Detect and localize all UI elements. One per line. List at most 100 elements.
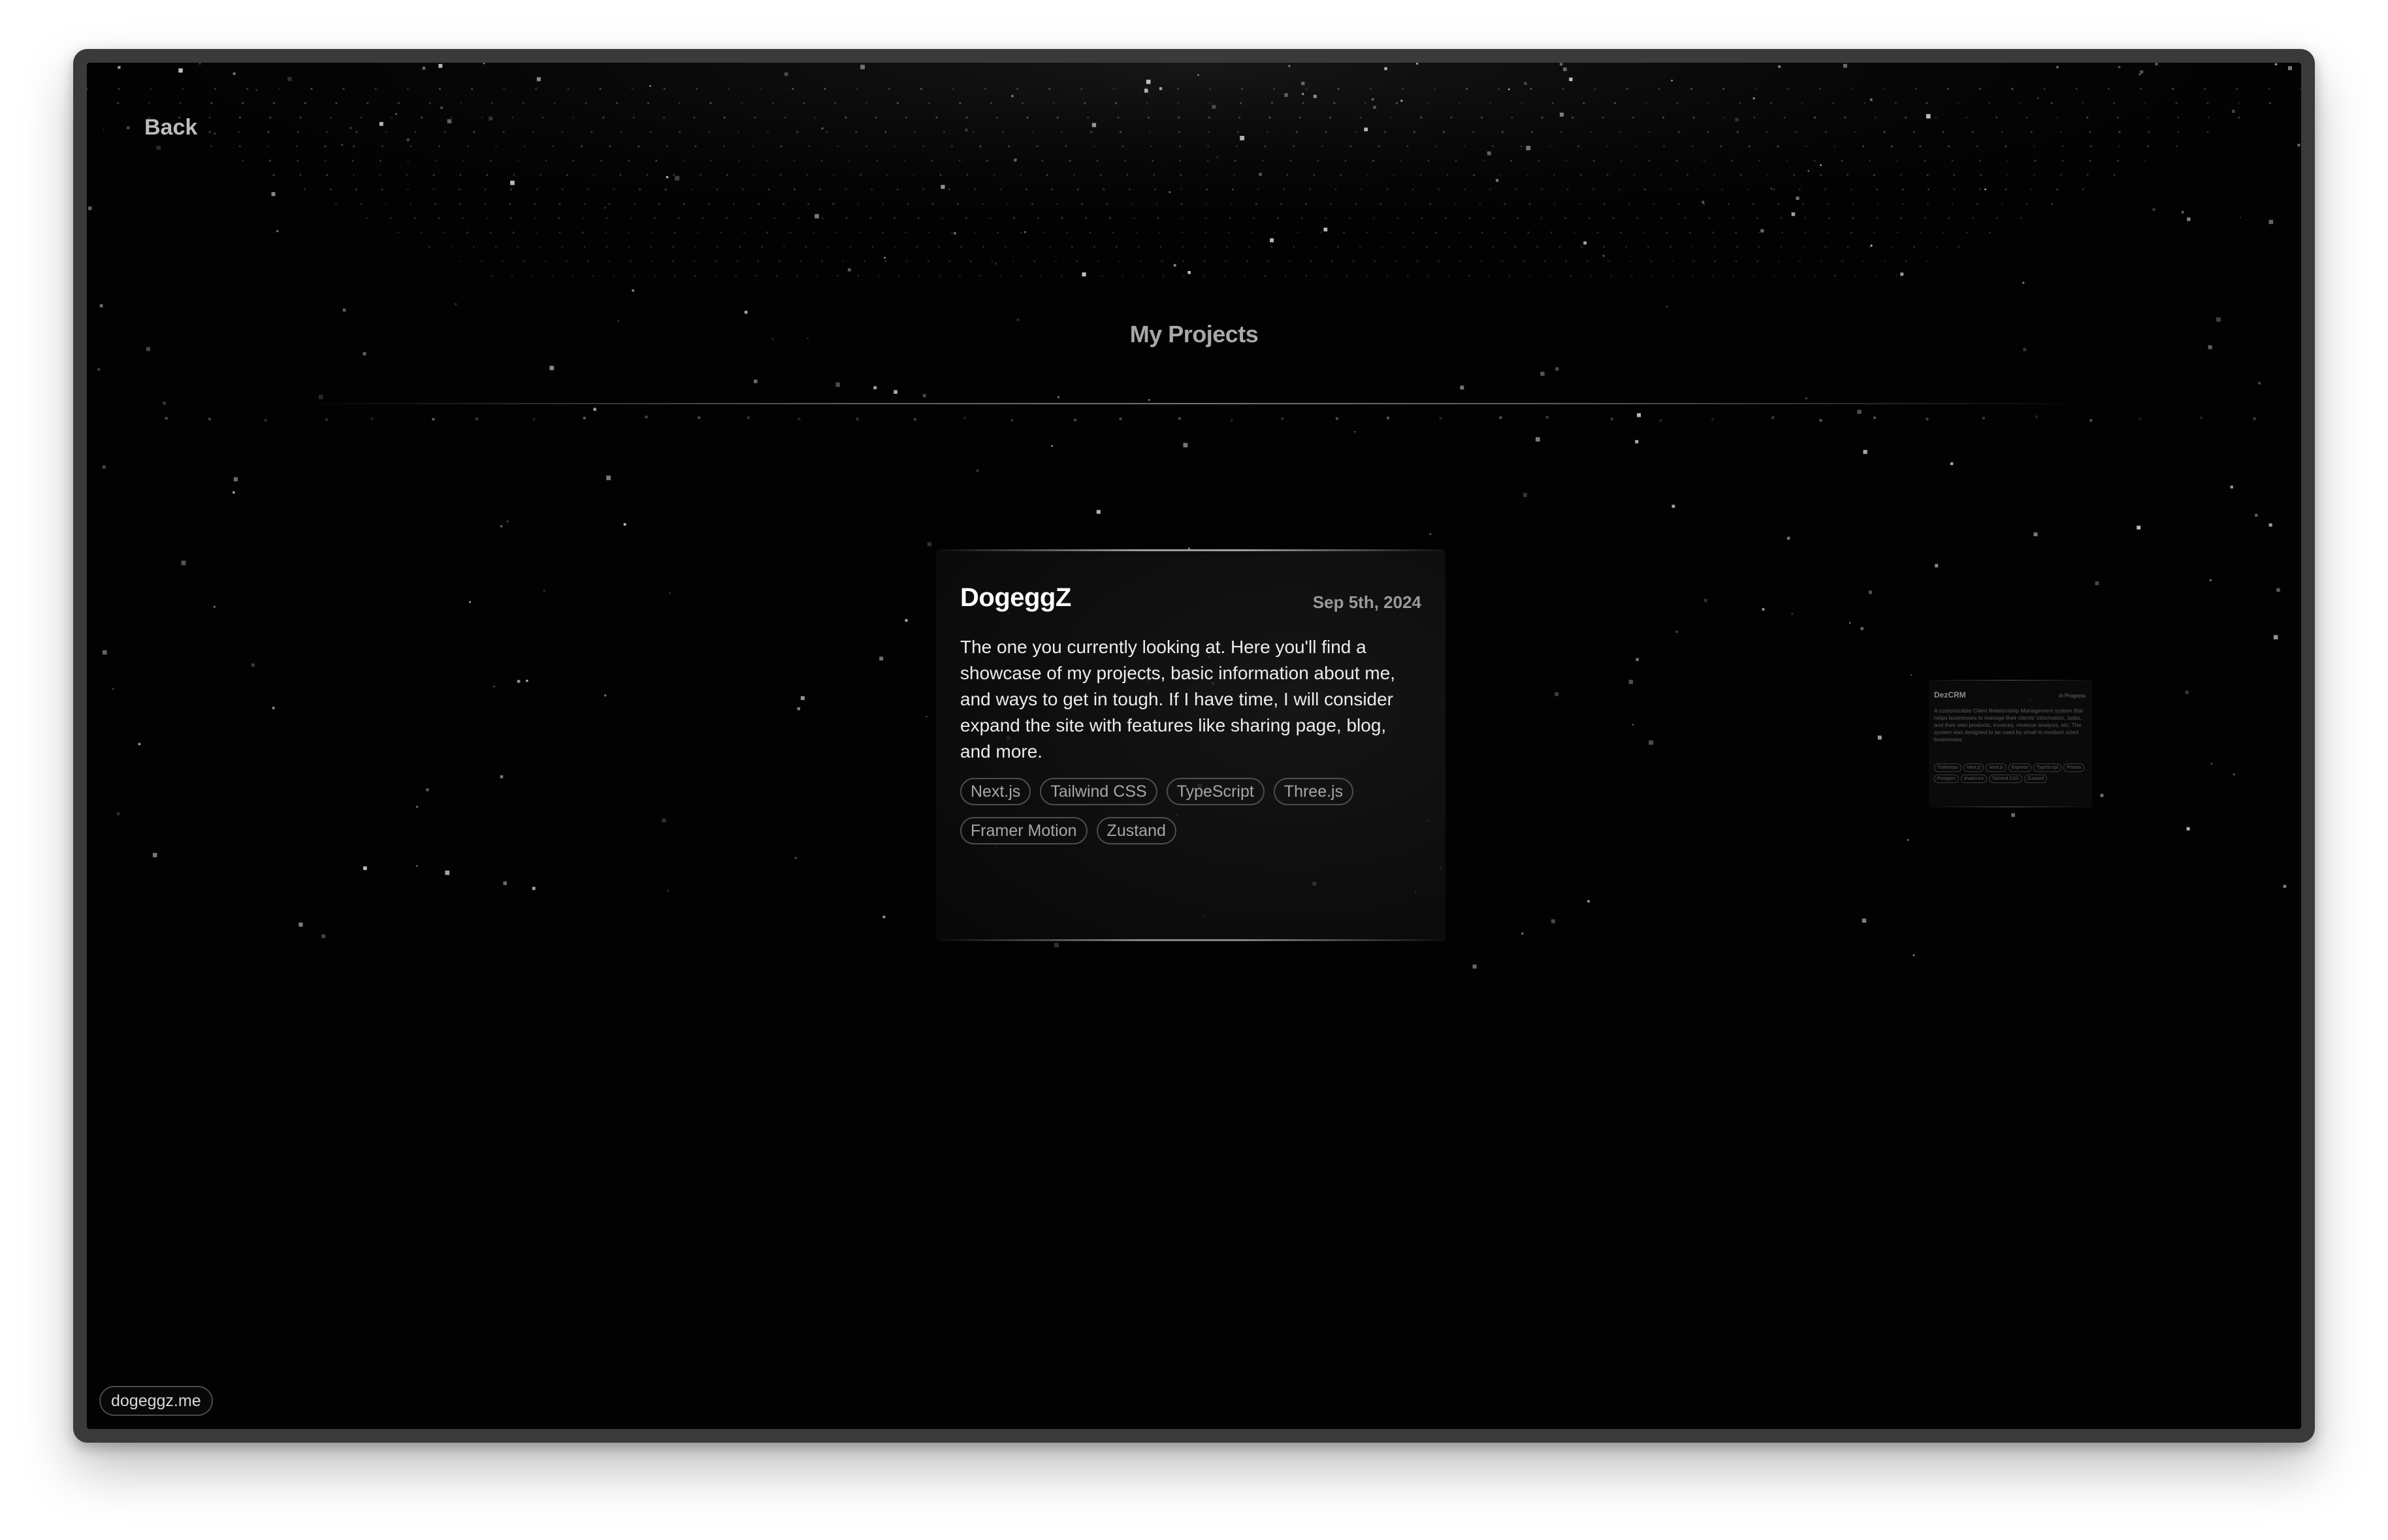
star-dot xyxy=(126,126,130,129)
star-dot xyxy=(1603,202,1605,205)
star-dot xyxy=(1675,159,1678,162)
star-dot xyxy=(771,102,774,104)
star-dot xyxy=(1721,188,1724,191)
star-dot xyxy=(1159,246,1162,248)
star-dot xyxy=(1231,188,1234,191)
star-dot xyxy=(1295,131,1298,133)
star-dot xyxy=(1366,231,1368,234)
star-dot xyxy=(605,246,608,248)
back-link[interactable]: Back xyxy=(144,115,197,140)
star-dot xyxy=(1592,188,1595,191)
star-dot xyxy=(2268,102,2271,104)
star-dot xyxy=(758,202,760,205)
star-dot xyxy=(1834,274,1837,277)
star-dot xyxy=(102,465,106,469)
star-dot xyxy=(2061,159,2064,162)
star-dot xyxy=(2113,102,2116,104)
star-dot xyxy=(2238,116,2240,119)
star-dot xyxy=(1896,231,1899,234)
star-dot xyxy=(552,145,555,148)
star-dot xyxy=(2230,485,2233,489)
star-dot xyxy=(1926,417,1929,421)
star-dot xyxy=(545,159,547,162)
star-dot xyxy=(1203,274,1206,277)
star-dot xyxy=(679,131,681,133)
tech-tag: Postgres xyxy=(1934,775,1959,783)
star-dot xyxy=(1914,88,1917,90)
star-dot xyxy=(1395,102,1398,104)
star-dot xyxy=(1334,188,1337,191)
star-dot xyxy=(1619,231,1622,234)
star-dot xyxy=(796,131,799,133)
star-dot xyxy=(1037,217,1040,219)
star-dot xyxy=(432,188,435,191)
star-dot xyxy=(1508,88,1510,91)
star-dot xyxy=(990,102,993,104)
star-dot xyxy=(1783,116,1786,119)
star-dot xyxy=(2011,88,2014,90)
project-card-side[interactable]: DezCRM In Progress A customizable Client… xyxy=(1929,680,2092,807)
star-dot xyxy=(792,88,794,90)
star-dot xyxy=(116,812,120,816)
star-dot xyxy=(561,188,564,191)
star-dot xyxy=(1425,246,1428,248)
star-dot xyxy=(1420,116,1423,119)
star-dot xyxy=(1735,118,1739,121)
star-dot xyxy=(432,174,435,176)
star-dot xyxy=(1097,260,1100,263)
star-dot xyxy=(896,102,899,104)
tech-tag: Three.js xyxy=(1273,778,1354,805)
star-dot xyxy=(1780,217,1783,219)
star-dot xyxy=(163,401,167,405)
star-dot xyxy=(406,188,410,191)
star-dot xyxy=(950,145,953,148)
star-dot xyxy=(1658,88,1660,90)
star-dot xyxy=(849,246,852,248)
project-card-featured[interactable]: DogeggZ Sep 5th, 2024 The one you curren… xyxy=(936,549,1445,941)
star-dot xyxy=(1253,217,1255,219)
star-dot xyxy=(613,188,615,191)
star-dot xyxy=(1899,217,1903,219)
star-dot xyxy=(1722,116,1725,119)
star-dot xyxy=(181,560,186,566)
star-dot xyxy=(1995,116,1998,119)
star-dot xyxy=(1653,202,1655,205)
star-dot xyxy=(1951,202,1954,205)
star-dot xyxy=(1346,274,1348,277)
star-dot xyxy=(827,246,830,248)
star-dot xyxy=(342,88,345,90)
star-dot xyxy=(1281,417,1284,421)
star-dot xyxy=(766,231,769,234)
domain-badge[interactable]: dogeggz.me xyxy=(99,1386,213,1416)
star-dot xyxy=(511,274,513,277)
star-dot xyxy=(1162,274,1165,277)
star-dot xyxy=(1148,131,1152,133)
star-dot xyxy=(2023,347,2027,351)
star-dot xyxy=(1304,274,1307,277)
star-dot xyxy=(1854,274,1857,277)
star-dot xyxy=(1972,217,1975,219)
star-dot xyxy=(928,231,930,234)
star-dot xyxy=(363,352,366,356)
star-dot xyxy=(2086,174,2089,176)
star-dot xyxy=(1248,246,1251,248)
star-dot xyxy=(1690,88,1693,90)
star-dot xyxy=(1008,145,1010,148)
star-dot xyxy=(355,188,358,191)
star-dot xyxy=(1187,271,1191,274)
tech-tag: Express xyxy=(2008,763,2032,772)
star-dot xyxy=(208,116,211,119)
star-dot xyxy=(1364,102,1367,104)
star-dot xyxy=(1602,116,1604,119)
star-dot xyxy=(857,274,860,277)
star-dot xyxy=(1876,217,1879,219)
star-dot xyxy=(381,145,383,148)
star-dot xyxy=(2006,159,2009,162)
star-dot xyxy=(1238,116,1241,119)
star-dot xyxy=(1468,217,1471,219)
star-dot xyxy=(1442,131,1445,133)
star-dot xyxy=(1796,197,1799,201)
star-dot xyxy=(210,102,213,104)
star-dot xyxy=(816,274,818,277)
star-dot xyxy=(1586,260,1589,263)
